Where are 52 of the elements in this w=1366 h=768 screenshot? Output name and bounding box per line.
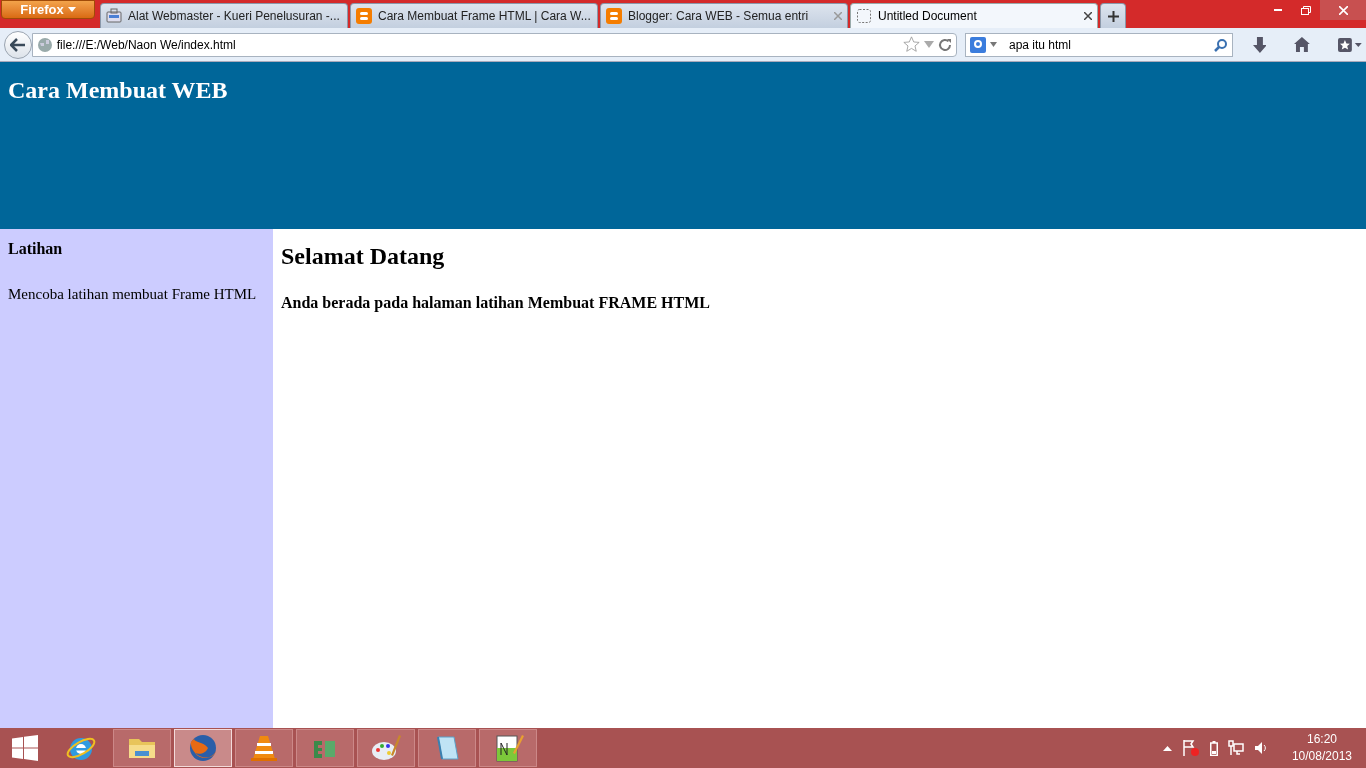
main-heading: Selamat Datang (281, 242, 446, 271)
minimize-icon (1274, 9, 1282, 11)
back-button[interactable] (4, 30, 32, 59)
site-title: Cara Membuat WEB (8, 76, 229, 105)
tab-title: Untitled Document (878, 8, 978, 25)
browser-tab[interactable]: Alat Webmaster - Kueri Penelusuran -... (100, 3, 348, 28)
sidebar-text: Mencoba latihan membuat Frame HTML (8, 285, 258, 304)
close-icon (1338, 5, 1348, 15)
clock-date[interactable]: 10/08/2013 (1291, 748, 1352, 765)
blank-page-icon (856, 8, 872, 24)
sidebar-heading: Latihan (8, 239, 64, 259)
speaker-icon[interactable] (1253, 741, 1268, 755)
toolbox-icon (106, 8, 122, 24)
home-icon[interactable] (1294, 37, 1311, 52)
url-text: file:///E:/Web/Naon We/index.html (56, 36, 237, 54)
close-window-button[interactable] (1320, 0, 1366, 20)
close-icon[interactable] (1084, 12, 1092, 20)
browser-tab[interactable]: Cara Membuat Frame HTML | Cara W... (350, 3, 598, 28)
browser-tab[interactable]: Blogger: Cara WEB - Semua entri (600, 3, 848, 28)
download-icon[interactable] (1252, 36, 1267, 53)
reload-icon[interactable] (938, 37, 952, 52)
plus-icon (1107, 10, 1119, 22)
search-text: apa itu html (1009, 36, 1073, 54)
tab-title: Alat Webmaster - Kueri Penelusuran -... (128, 8, 340, 25)
search-icon[interactable] (1213, 37, 1228, 52)
flag-error-icon[interactable] (1181, 740, 1200, 756)
star-icon[interactable] (903, 36, 920, 53)
up-arrow-icon[interactable] (1162, 745, 1172, 751)
taskbar-app-button[interactable] (113, 729, 171, 767)
caret-icon (67, 7, 76, 12)
search-field[interactable]: apa itu html (965, 32, 1233, 57)
battery-icon[interactable] (1209, 740, 1218, 756)
new-tab-button[interactable] (1100, 3, 1126, 28)
restore-icon (1301, 5, 1311, 15)
taskbar-app-button[interactable] (479, 729, 537, 767)
bookmarks-icon[interactable] (1338, 37, 1362, 52)
clock-time[interactable]: 16:20 (1306, 731, 1337, 748)
taskbar-app-button[interactable] (235, 729, 293, 767)
blogger-icon (606, 8, 622, 24)
main-text: Anda berada pada halaman latihan Membuat FRAME HTML (281, 293, 711, 314)
globe-icon (36, 36, 53, 53)
back-arrow-icon (9, 37, 26, 52)
browser-tab[interactable]: Untitled Document (850, 3, 1098, 28)
taskbar-app-button[interactable] (357, 729, 415, 767)
blogger-icon (356, 8, 372, 24)
tab-title: Blogger: Cara WEB - Semua entri (628, 8, 810, 25)
tab-title: Cara Membuat Frame HTML | Cara W... (378, 8, 591, 25)
network-icon[interactable] (1227, 740, 1244, 756)
windows-logo-icon (12, 735, 38, 761)
dropdown-icon[interactable] (990, 42, 997, 47)
address-field[interactable]: file:///E:/Web/Naon We/index.html (31, 32, 957, 57)
taskbar-app-button[interactable] (418, 729, 476, 767)
